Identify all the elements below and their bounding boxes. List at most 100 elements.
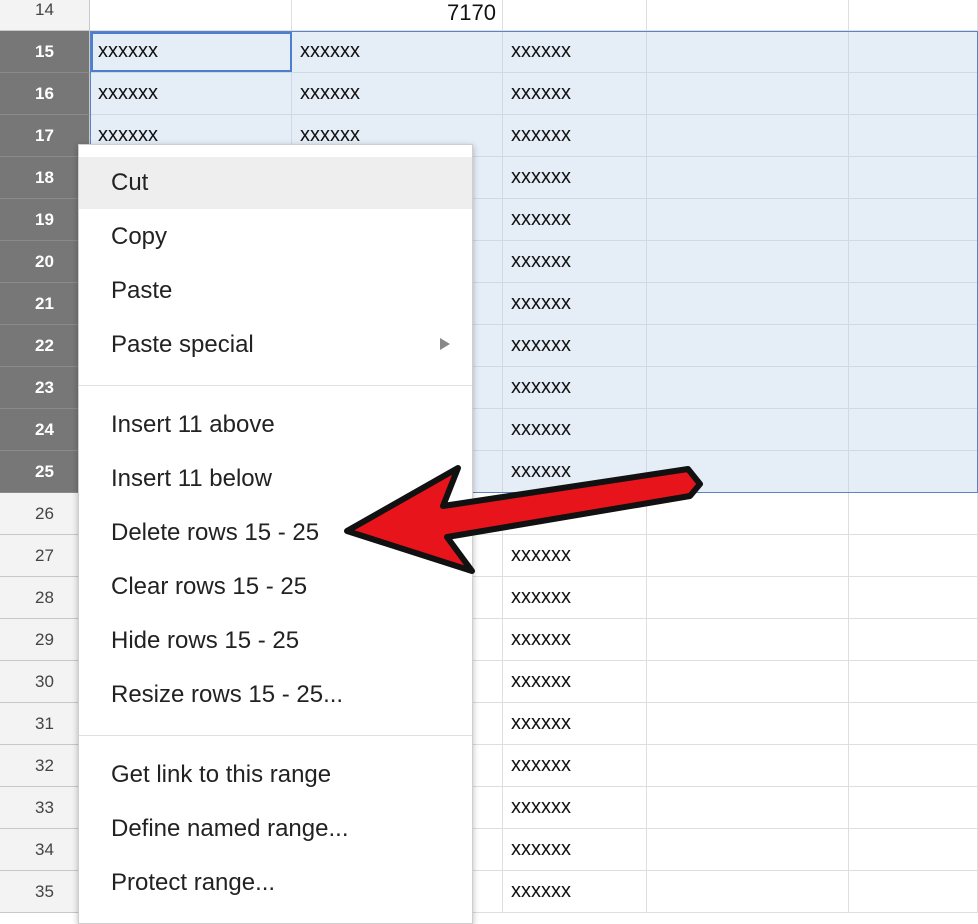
cell[interactable]: xxxxxx: [503, 703, 647, 745]
cell[interactable]: xxxxxx: [503, 451, 647, 493]
cell[interactable]: [647, 0, 849, 31]
cell[interactable]: xxxxxx: [503, 409, 647, 451]
cell[interactable]: xxxxxx: [503, 115, 647, 157]
row-header[interactable]: 27: [0, 535, 90, 577]
cell[interactable]: xxxxxx: [503, 829, 647, 871]
cell[interactable]: xxxxxx: [503, 199, 647, 241]
row-header[interactable]: 28: [0, 577, 90, 619]
row-header[interactable]: 19: [0, 199, 90, 241]
cell[interactable]: [647, 199, 849, 241]
menu-item-protect-range[interactable]: Protect range...: [79, 857, 472, 909]
cell[interactable]: [849, 661, 978, 703]
row-header[interactable]: 14: [0, 0, 90, 31]
row-header[interactable]: 30: [0, 661, 90, 703]
menu-item-paste-special[interactable]: Paste special: [79, 319, 472, 371]
row-header[interactable]: 35: [0, 871, 90, 913]
cell[interactable]: [849, 451, 978, 493]
row-header[interactable]: 18: [0, 157, 90, 199]
cell[interactable]: [647, 619, 849, 661]
cell[interactable]: [849, 409, 978, 451]
cell[interactable]: [849, 0, 978, 31]
cell[interactable]: [849, 367, 978, 409]
cell[interactable]: [503, 0, 647, 31]
menu-item-resize-rows-15-25[interactable]: Resize rows 15 - 25...: [79, 669, 472, 721]
cell[interactable]: xxxxxx: [503, 745, 647, 787]
cell[interactable]: xxxxxx: [503, 31, 647, 73]
cell[interactable]: xxxxxx: [292, 31, 503, 73]
cell[interactable]: xxxxxx: [292, 73, 503, 115]
cell[interactable]: [849, 745, 978, 787]
row-header[interactable]: 31: [0, 703, 90, 745]
row-header[interactable]: 24: [0, 409, 90, 451]
cell[interactable]: [647, 703, 849, 745]
cell[interactable]: [849, 31, 978, 73]
cell[interactable]: [647, 115, 849, 157]
row-header[interactable]: 34: [0, 829, 90, 871]
row-header[interactable]: 20: [0, 241, 90, 283]
cell[interactable]: [849, 73, 978, 115]
menu-item-get-link-to-this-range[interactable]: Get link to this range: [79, 749, 472, 801]
cell[interactable]: [647, 577, 849, 619]
row-header[interactable]: 29: [0, 619, 90, 661]
cell[interactable]: [849, 619, 978, 661]
menu-item-define-named-range[interactable]: Define named range...: [79, 803, 472, 855]
menu-item-copy[interactable]: Copy: [79, 211, 472, 263]
cell[interactable]: [647, 31, 849, 73]
row-header[interactable]: 21: [0, 283, 90, 325]
cell[interactable]: [849, 241, 978, 283]
cell[interactable]: xxxxxx: [503, 241, 647, 283]
cell[interactable]: [849, 283, 978, 325]
cell[interactable]: xxxxxx: [503, 73, 647, 115]
cell[interactable]: [647, 829, 849, 871]
cell[interactable]: [647, 493, 849, 535]
cell[interactable]: [849, 115, 978, 157]
cell[interactable]: [849, 493, 978, 535]
row-header[interactable]: 33: [0, 787, 90, 829]
cell[interactable]: [647, 73, 849, 115]
cell[interactable]: [849, 871, 978, 913]
cell[interactable]: xxxxxx: [503, 367, 647, 409]
cell[interactable]: xxxxxx: [90, 31, 292, 73]
cell[interactable]: [849, 325, 978, 367]
cell[interactable]: [90, 0, 292, 31]
cell[interactable]: [849, 703, 978, 745]
menu-item-insert-11-above[interactable]: Insert 11 above: [79, 399, 472, 451]
cell[interactable]: [647, 241, 849, 283]
menu-item-cut[interactable]: Cut: [79, 157, 472, 209]
cell[interactable]: xxxxxx: [503, 787, 647, 829]
cell[interactable]: [849, 787, 978, 829]
cell[interactable]: [647, 661, 849, 703]
row-header[interactable]: 32: [0, 745, 90, 787]
menu-item-insert-11-below[interactable]: Insert 11 below: [79, 453, 472, 505]
cell[interactable]: [647, 367, 849, 409]
cell[interactable]: [647, 745, 849, 787]
cell[interactable]: [647, 283, 849, 325]
row-header[interactable]: 15: [0, 31, 90, 73]
cell[interactable]: xxxxxx: [503, 325, 647, 367]
row-header[interactable]: 23: [0, 367, 90, 409]
cell[interactable]: [647, 871, 849, 913]
cell[interactable]: xxxxxx: [503, 577, 647, 619]
cell[interactable]: [849, 535, 978, 577]
row-header[interactable]: 17: [0, 115, 90, 157]
cell[interactable]: [647, 325, 849, 367]
row-header[interactable]: 22: [0, 325, 90, 367]
cell[interactable]: [647, 451, 849, 493]
menu-item-paste[interactable]: Paste: [79, 265, 472, 317]
cell[interactable]: [647, 787, 849, 829]
cell[interactable]: [849, 577, 978, 619]
cell[interactable]: [849, 157, 978, 199]
cell[interactable]: xxxxxx: [503, 535, 647, 577]
cell[interactable]: xxxxxx: [503, 871, 647, 913]
cell[interactable]: xxxxxx: [503, 661, 647, 703]
cell[interactable]: 7170: [292, 0, 503, 31]
row-header[interactable]: 16: [0, 73, 90, 115]
row-header[interactable]: 26: [0, 493, 90, 535]
cell[interactable]: [849, 829, 978, 871]
cell[interactable]: xxxxxx: [503, 493, 647, 535]
menu-item-clear-rows-15-25[interactable]: Clear rows 15 - 25: [79, 561, 472, 613]
menu-item-hide-rows-15-25[interactable]: Hide rows 15 - 25: [79, 615, 472, 667]
row-header[interactable]: 25: [0, 451, 90, 493]
cell[interactable]: [647, 409, 849, 451]
cell[interactable]: [647, 535, 849, 577]
